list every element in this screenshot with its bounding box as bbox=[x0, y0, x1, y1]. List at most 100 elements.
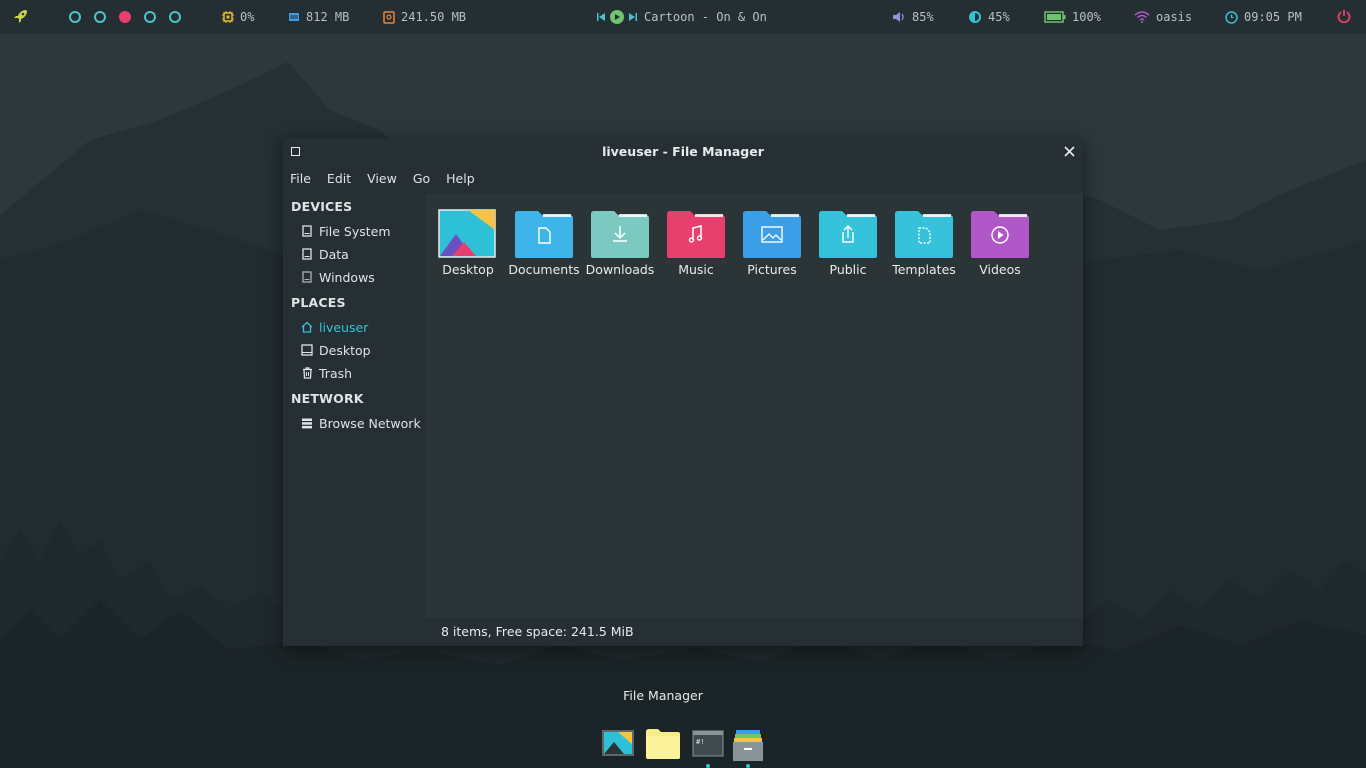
top-panel: 0% 812 MB 241.50 MB Cartoon - On & On 85… bbox=[0, 0, 1366, 34]
dock-item-terminal[interactable]: #! bbox=[692, 728, 724, 764]
battery-value: 100% bbox=[1072, 10, 1101, 24]
battery-indicator[interactable]: 100% bbox=[1044, 0, 1101, 34]
media-player: Cartoon - On & On bbox=[596, 0, 767, 34]
sidebar-item-label: Windows bbox=[319, 269, 375, 285]
devices-heading: DEVICES bbox=[291, 199, 353, 214]
dock-item-file-manager[interactable] bbox=[645, 728, 681, 764]
sidebar-item-desktop[interactable]: Desktop bbox=[301, 341, 371, 359]
trash-icon bbox=[301, 367, 313, 379]
clock[interactable]: 09:05 PM bbox=[1225, 0, 1302, 34]
drive-icon bbox=[301, 271, 313, 283]
folder-templates[interactable]: Templates bbox=[886, 208, 962, 278]
menu-edit[interactable]: Edit bbox=[319, 171, 359, 186]
folder-documents[interactable]: Documents bbox=[506, 208, 582, 278]
volume-indicator[interactable]: 85% bbox=[892, 0, 934, 34]
music-folder-icon bbox=[667, 211, 725, 258]
clock-icon bbox=[1225, 10, 1238, 24]
battery-icon bbox=[1044, 11, 1066, 23]
dock-item-archive-manager[interactable] bbox=[732, 728, 764, 764]
brightness-icon bbox=[968, 10, 982, 24]
folder-name: Templates bbox=[892, 262, 956, 277]
folder-name: Downloads bbox=[585, 262, 655, 277]
disk-icon bbox=[383, 10, 395, 24]
window-title: liveuser - File Manager bbox=[602, 144, 764, 159]
desktop-icon bbox=[301, 344, 313, 356]
memory-indicator: 812 MB bbox=[288, 0, 349, 34]
file-view[interactable]: Desktop Documents Downloads Music Pictur… bbox=[426, 194, 1083, 618]
workspace-1[interactable] bbox=[69, 11, 81, 23]
folder-name: Music bbox=[678, 262, 714, 277]
sidebar-item-liveuser[interactable]: liveuser bbox=[301, 318, 368, 336]
templates-folder-icon bbox=[895, 211, 953, 258]
window-titlebar[interactable]: liveuser - File Manager bbox=[283, 138, 1083, 166]
workspace-3[interactable] bbox=[119, 11, 131, 23]
home-icon bbox=[301, 321, 313, 333]
sidebar-item-trash[interactable]: Trash bbox=[301, 364, 352, 382]
folder-downloads[interactable]: Downloads bbox=[582, 208, 658, 278]
network-name: oasis bbox=[1156, 10, 1193, 24]
brightness-indicator[interactable]: 45% bbox=[968, 0, 1010, 34]
folder-pictures[interactable]: Pictures bbox=[734, 208, 810, 278]
cpu-indicator: 0% bbox=[222, 0, 254, 34]
svg-text:#!: #! bbox=[696, 738, 704, 746]
launcher-button[interactable] bbox=[13, 0, 29, 34]
clock-time: 09:05 PM bbox=[1244, 10, 1302, 24]
menu-go[interactable]: Go bbox=[405, 171, 438, 186]
network-heading: NETWORK bbox=[291, 391, 364, 406]
folder-name: Public bbox=[829, 262, 867, 277]
sidebar-item-file-system[interactable]: File System bbox=[301, 222, 391, 240]
sidebar-item-label: liveuser bbox=[319, 319, 369, 335]
close-button[interactable] bbox=[1061, 143, 1077, 159]
pictures-folder-icon bbox=[743, 211, 801, 258]
sidebar: DEVICES File System Data Windows PLACES … bbox=[283, 194, 426, 646]
sidebar-item-label: Desktop bbox=[319, 342, 371, 358]
running-indicator bbox=[746, 764, 750, 768]
running-indicator bbox=[706, 764, 710, 768]
menu-view[interactable]: View bbox=[359, 171, 405, 186]
terminal-icon: #! bbox=[692, 730, 724, 757]
rocket-icon bbox=[13, 8, 29, 27]
file-manager-window: liveuser - File Manager File Edit View G… bbox=[283, 138, 1083, 646]
disk-value: 241.50 MB bbox=[401, 10, 467, 24]
sidebar-item-data[interactable]: Data bbox=[301, 245, 349, 263]
memory-value: 812 MB bbox=[306, 10, 350, 24]
previous-track-icon[interactable] bbox=[596, 12, 606, 22]
sidebar-item-label: Data bbox=[319, 246, 349, 262]
folder-music[interactable]: Music bbox=[658, 208, 734, 278]
close-icon bbox=[1063, 145, 1075, 157]
menu-file[interactable]: File bbox=[283, 171, 319, 186]
menu-help[interactable]: Help bbox=[438, 171, 483, 186]
drive-icon bbox=[301, 225, 313, 237]
power-icon bbox=[1337, 9, 1351, 26]
folder-name: Documents bbox=[508, 262, 580, 277]
menu-bar: File Edit View Go Help bbox=[283, 166, 1083, 190]
workspace-2[interactable] bbox=[94, 11, 106, 23]
workspace-4[interactable] bbox=[144, 11, 156, 23]
image-viewer-icon bbox=[602, 730, 634, 756]
videos-folder-icon bbox=[971, 211, 1029, 258]
folder-desktop[interactable]: Desktop bbox=[430, 208, 506, 278]
cpu-icon bbox=[222, 11, 234, 23]
now-playing-title: Cartoon - On & On bbox=[644, 10, 767, 24]
dock-tooltip: File Manager bbox=[623, 688, 703, 703]
folder-name: Desktop bbox=[442, 262, 494, 277]
network-server-icon bbox=[301, 417, 313, 429]
sidebar-item-label: Browse Network bbox=[319, 415, 421, 431]
places-heading: PLACES bbox=[291, 295, 346, 310]
sidebar-item-windows[interactable]: Windows bbox=[301, 268, 375, 286]
play-pause-icon[interactable] bbox=[610, 10, 624, 24]
sidebar-item-label: File System bbox=[319, 223, 391, 239]
brightness-value: 45% bbox=[988, 10, 1010, 24]
folder-videos[interactable]: Videos bbox=[962, 208, 1038, 278]
workspace-5[interactable] bbox=[169, 11, 181, 23]
sidebar-item-browse-network[interactable]: Browse Network bbox=[301, 414, 421, 432]
workspace-switcher bbox=[69, 0, 194, 34]
next-track-icon[interactable] bbox=[628, 12, 638, 22]
power-button[interactable] bbox=[1337, 0, 1351, 34]
network-indicator[interactable]: oasis bbox=[1134, 0, 1192, 34]
volume-icon bbox=[892, 11, 906, 23]
folder-public[interactable]: Public bbox=[810, 208, 886, 278]
desktop-folder-icon bbox=[438, 209, 496, 258]
cpu-value: 0% bbox=[240, 10, 255, 24]
dock-item-image-viewer[interactable] bbox=[602, 728, 634, 764]
